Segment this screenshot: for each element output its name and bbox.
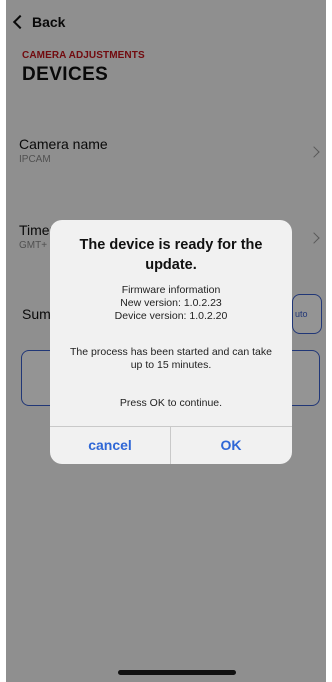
continue-text: Press OK to continue.	[119, 397, 223, 409]
home-indicator	[118, 670, 236, 675]
dialog-title: The device is ready for the update.	[79, 237, 263, 273]
device-version-text: Device version: 1.0.2.20	[114, 310, 228, 322]
ok-button[interactable]: OK	[171, 426, 291, 464]
firmware-heading: Firmware information	[121, 284, 221, 296]
cancel-label: cancel	[88, 437, 132, 453]
ok-label: OK	[220, 437, 242, 453]
cancel-button[interactable]: cancel	[50, 426, 170, 464]
update-alert-dialog: The device is ready for the update. Firm…	[50, 220, 292, 464]
process-text: The process has been started and can tak…	[70, 346, 272, 371]
new-version-text: New version: 1.0.2.23	[120, 297, 222, 309]
app-screen: Back CAMERA ADJUSTMENTS DEVICES Camera n…	[6, 0, 326, 682]
